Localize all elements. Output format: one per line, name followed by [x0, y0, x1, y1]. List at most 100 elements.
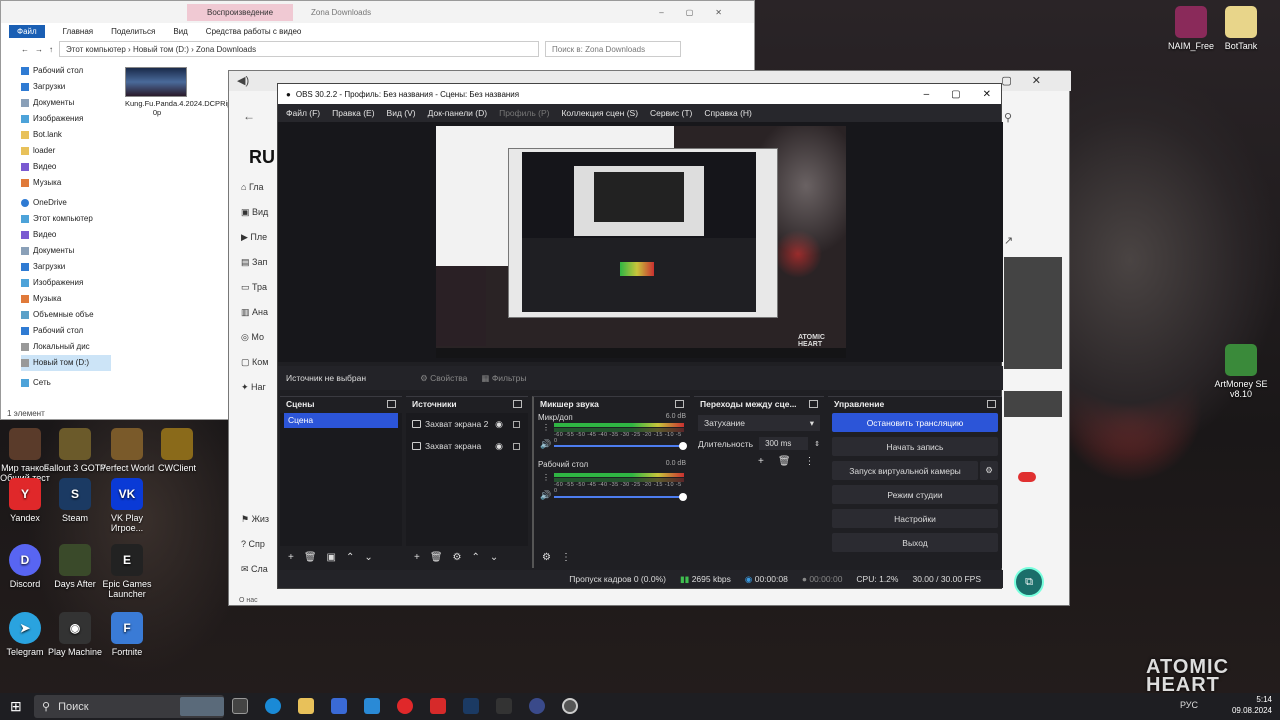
menu-file[interactable]: Файл — [9, 24, 45, 38]
footer-link[interactable]: О нас — [239, 597, 258, 604]
tree-item[interactable]: Этот компьютер — [21, 211, 111, 227]
trash-icon[interactable]: 🗑 — [778, 456, 791, 467]
sidebar-item[interactable]: ▶ Пле — [241, 225, 281, 250]
desktop-icon-cw[interactable]: CWClient — [144, 428, 210, 473]
studio-mode-button[interactable]: Режим студии — [832, 485, 998, 504]
tree-item[interactable]: Музыка — [21, 175, 111, 191]
move-up-icon[interactable]: ⌃ — [472, 552, 480, 563]
stop-stream-button[interactable]: Остановить трансляцию — [832, 413, 998, 432]
volume-slider[interactable] — [554, 493, 687, 501]
tree-item[interactable]: Загрузки — [21, 259, 111, 275]
sidebar-item[interactable]: ✉ Сла — [241, 557, 269, 582]
tree-item[interactable]: Сеть — [21, 375, 111, 391]
duration-input[interactable]: 300 ms — [759, 437, 809, 450]
gear-icon[interactable]: ⚙ — [453, 552, 462, 563]
transition-select[interactable]: Затухание ▾ — [698, 415, 820, 431]
store-icon[interactable] — [331, 698, 347, 714]
yandex-icon[interactable] — [397, 698, 413, 714]
menu-view[interactable]: Вид — [173, 27, 187, 36]
add-icon[interactable]: + — [288, 552, 294, 563]
file-item[interactable]: Kung.Fu.Panda.4.2024.DCPRip.105 0p — [125, 67, 246, 117]
taskbar-search[interactable]: ⚲ Поиск — [34, 695, 224, 718]
sidebar-item[interactable]: ▤ Зап — [241, 250, 281, 275]
stepper-icon[interactable]: ⇕ — [814, 440, 820, 448]
chat-icon[interactable]: ⧉ — [1014, 567, 1044, 597]
slider-knob[interactable] — [679, 493, 687, 501]
start-record-button[interactable]: Начать запись — [832, 437, 998, 456]
tree-item[interactable]: Документы — [21, 243, 111, 259]
obs-icon[interactable] — [562, 698, 578, 714]
back-arrow-icon[interactable]: ← — [21, 45, 29, 54]
tree-item-selected[interactable]: Новый том (D:) — [21, 355, 111, 371]
move-up-icon[interactable]: ⌃ — [346, 552, 354, 563]
slider-knob[interactable] — [679, 442, 687, 450]
add-icon[interactable]: + — [414, 552, 420, 563]
speaker-icon[interactable]: 🔊 — [540, 490, 551, 501]
undock-icon[interactable] — [675, 400, 684, 408]
external-link-icon[interactable]: ↗ — [1004, 234, 1062, 247]
eye-icon[interactable]: ◉ — [495, 419, 503, 430]
task-view-icon[interactable] — [232, 698, 248, 714]
desktop-icon-epic[interactable]: E Epic Games Launcher — [94, 544, 160, 599]
path-segment[interactable]: Новый том (D:) — [133, 45, 189, 54]
back-arrow-icon[interactable]: ← — [243, 109, 255, 123]
scene-filter-icon[interactable]: ▣ — [327, 552, 336, 563]
tab-playback[interactable]: Воспроизведение — [187, 3, 294, 21]
capcut-icon[interactable] — [496, 698, 512, 714]
menu-view[interactable]: Вид (V) — [387, 108, 416, 118]
desktop-icon-artmoney[interactable]: ArtMoney SE v8.10 — [1208, 344, 1274, 399]
move-down-icon[interactable]: ⌄ — [490, 552, 498, 563]
gear-icon[interactable]: ⚙ — [980, 461, 998, 480]
desktop-icon-fortnite[interactable]: F Fortnite — [94, 612, 160, 657]
channel-menu-icon[interactable]: ⋮ — [542, 423, 550, 432]
window-controls[interactable]: ▢✕ — [1001, 74, 1061, 87]
tree-item[interactable]: Рабочий стол — [21, 323, 111, 339]
speaker-icon[interactable]: 🔊 — [540, 439, 551, 450]
sidebar-item[interactable]: ◎ Мо — [241, 325, 281, 350]
source-item[interactable]: Захват экрана 2 ◉ — [406, 413, 528, 435]
tree-item[interactable]: Bot.lank — [21, 127, 111, 143]
menu-edit[interactable]: Правка (E) — [332, 108, 374, 118]
sidebar-item[interactable]: ⌂ Гла — [241, 175, 281, 200]
menu-icon[interactable]: ⋮ — [805, 456, 815, 467]
sidebar-item[interactable]: ⚑ Жиз — [241, 507, 269, 532]
path-segment[interactable]: Zona Downloads — [196, 45, 256, 54]
menu-scene-collection[interactable]: Коллекция сцен (S) — [561, 108, 638, 118]
menu-file[interactable]: Файл (F) — [286, 108, 320, 118]
tree-item[interactable]: Музыка — [21, 291, 111, 307]
tree-item[interactable]: Документы — [21, 95, 111, 111]
desktop-icon-bottank[interactable]: BotTank — [1208, 6, 1274, 51]
sidebar-item[interactable]: ▥ Ана — [241, 300, 281, 325]
path-segment[interactable]: Этот компьютер — [66, 45, 126, 54]
menu-profile[interactable]: Профиль (P) — [499, 108, 549, 118]
undock-icon[interactable] — [387, 400, 396, 408]
tree-item[interactable]: Изображения — [21, 111, 111, 127]
undock-icon[interactable] — [809, 400, 818, 408]
add-icon[interactable]: + — [758, 456, 764, 467]
sidebar-item[interactable]: ▭ Тра — [241, 275, 281, 300]
settings-button[interactable]: Настройки — [832, 509, 998, 528]
yandex-browser-icon[interactable] — [430, 698, 446, 714]
mail-icon[interactable] — [364, 698, 380, 714]
channel-menu-icon[interactable]: ⋮ — [542, 473, 550, 482]
sidebar-item[interactable]: ▣ Вид — [241, 200, 281, 225]
windows-start-icon[interactable]: ⊞ — [10, 698, 22, 715]
lock-icon[interactable] — [513, 442, 520, 450]
language-indicator[interactable]: РУС — [1180, 700, 1198, 711]
tree-item[interactable]: Видео — [21, 159, 111, 175]
menu-video-tools[interactable]: Средства работы с видео — [206, 27, 302, 36]
lock-icon[interactable] — [513, 420, 520, 428]
eye-icon[interactable]: ◉ — [495, 441, 503, 452]
tree-item[interactable]: loader — [21, 143, 111, 159]
tree-item[interactable]: Загрузки — [21, 79, 111, 95]
search-field[interactable]: Поиск в: Zona Downloads — [545, 41, 681, 57]
filters-button[interactable]: ▦ Фильтры — [481, 373, 526, 384]
sidebar-item[interactable]: ▢ Ком — [241, 350, 281, 375]
mixer-menu-icon[interactable]: ⋮ — [561, 552, 571, 563]
maximize-icon[interactable]: ▢ — [951, 89, 960, 100]
tree-item[interactable]: Видео — [21, 227, 111, 243]
menu-help[interactable]: Справка (H) — [704, 108, 752, 118]
move-down-icon[interactable]: ⌄ — [364, 552, 372, 563]
close-icon[interactable]: ✕ — [983, 89, 991, 100]
sidebar-item[interactable]: ✦ Наг — [241, 375, 281, 400]
